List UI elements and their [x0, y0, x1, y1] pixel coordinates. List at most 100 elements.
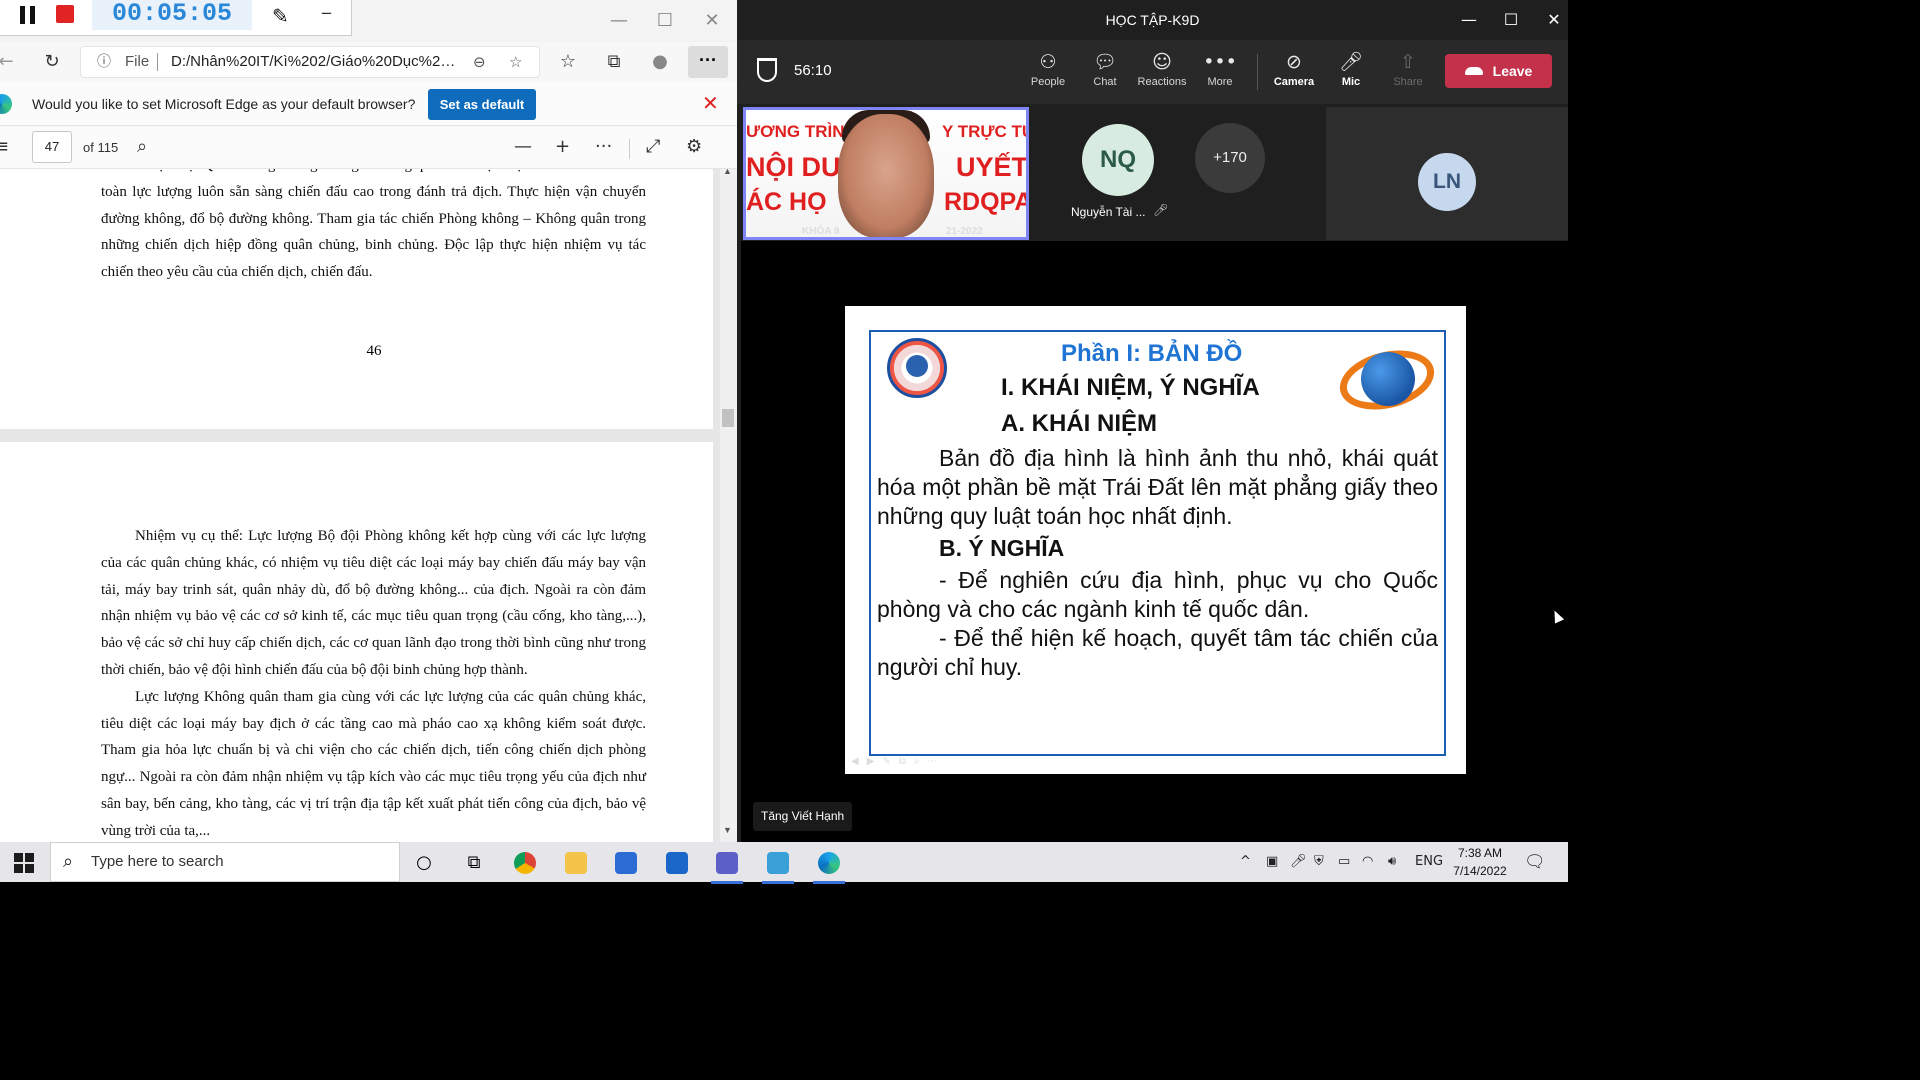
banner-text-4a: KHÓA 9 — [802, 226, 840, 237]
more-icon: ••• — [1203, 51, 1237, 73]
taskbar-search[interactable]: ⌕ Type here to search — [50, 842, 400, 882]
mail-icon[interactable] — [655, 847, 699, 879]
edge-browser-window: — ☐ ✕ 00:05:05 ✎ _ ← ↻ ⓘ File D:/Nhân%20… — [0, 0, 737, 842]
address-field[interactable]: ⓘ File D:/Nhân%20IT/Kì%202/Giáo%20Dục%20… — [80, 46, 540, 78]
volume-icon[interactable]: 🔊︎ — [1388, 842, 1396, 882]
close-icon[interactable]: ✕ — [1531, 5, 1577, 35]
speaker-face — [838, 114, 934, 237]
device-icon[interactable]: ▣ — [1266, 842, 1278, 882]
pdf-page-46: Nhiệm vụ: Quân chủng Phòng không - Không… — [0, 169, 713, 429]
pdf-scrollbar[interactable]: ▲ ▼ — [720, 169, 737, 842]
speaker-video-tile[interactable]: ƯƠNG TRÌN Y TRỰC TU NỘI DU UYẾT ÁC HỌ RD… — [743, 107, 1029, 240]
zoom-icon[interactable]: ⊖ — [473, 47, 486, 77]
reactions-button[interactable]: ☺ Reactions — [1132, 48, 1192, 100]
minimize-icon[interactable]: — — [1446, 5, 1492, 35]
share-button[interactable]: ⇧ Share — [1378, 48, 1438, 100]
leave-button[interactable]: Leave — [1445, 54, 1552, 88]
avatar: LN — [1418, 153, 1476, 211]
edge-icon[interactable] — [807, 847, 851, 884]
store-icon[interactable] — [604, 847, 648, 879]
page-number-input[interactable]: 47 — [32, 131, 72, 163]
scroll-down-icon[interactable]: ▼ — [723, 825, 732, 835]
scroll-thumb[interactable] — [722, 409, 734, 427]
recorder-minimize-icon[interactable]: _ — [322, 0, 331, 15]
people-label: People — [1030, 76, 1066, 88]
info-icon[interactable]: ⓘ — [97, 47, 111, 77]
collections-icon[interactable]: ⧉ — [602, 50, 626, 74]
default-browser-message: Would you like to set Microsoft Edge as … — [32, 96, 416, 112]
scroll-up-icon[interactable]: ▲ — [723, 169, 732, 176]
edge-logo-icon — [0, 94, 12, 114]
refresh-icon[interactable]: ↻ — [40, 50, 64, 74]
close-infobar-icon[interactable]: ✕ — [702, 92, 719, 114]
participant-tile-ln[interactable]: LN — [1326, 107, 1568, 240]
toolbar-divider — [629, 139, 630, 159]
zoom-in-icon[interactable]: + — [555, 136, 570, 157]
mic-label: Mic — [1341, 76, 1361, 88]
muted-mic-icon: 🎤︎ — [1153, 203, 1169, 217]
security-icon[interactable]: ⛨ — [1314, 842, 1324, 882]
back-icon[interactable]: ← — [0, 50, 18, 74]
set-as-default-button[interactable]: Set as default — [428, 89, 536, 120]
teams-icon[interactable] — [705, 847, 749, 884]
chrome-icon[interactable] — [503, 847, 547, 879]
chat-button[interactable]: 💬︎ Chat — [1075, 48, 1135, 100]
recording-timer: 00:05:05 — [92, 0, 252, 30]
page-total: of 115 — [83, 140, 119, 155]
people-icon: ⚇ — [1039, 51, 1057, 73]
meeting-app-icon[interactable] — [756, 847, 800, 884]
maximize-icon[interactable]: ☐ — [1488, 5, 1534, 35]
maximize-icon[interactable]: ☐ — [642, 6, 688, 36]
settings-more-button[interactable]: ··· — [688, 46, 728, 78]
cortana-icon[interactable]: ○ — [402, 847, 446, 879]
shared-content-stage: Phần I: BẢN ĐỒ I. KHÁI NIỆM, Ý NGHĨA A. … — [741, 241, 1568, 842]
slide-heading-1: I. KHÁI NIỆM, Ý NGHĨA — [1001, 374, 1260, 401]
reactions-label: Reactions — [1137, 76, 1187, 88]
minimize-icon[interactable]: — — [596, 6, 642, 36]
controls-divider — [1257, 54, 1258, 90]
camera-label: Camera — [1273, 76, 1315, 88]
address-url[interactable]: D:/Nhân%20IT/Kì%202/Giáo%20Dục%20Qu... — [171, 47, 461, 77]
pdf-settings-icon[interactable]: ⚙ — [686, 136, 702, 157]
slide-concept-text: Bản đồ địa hình là hình ảnh thu nhỏ, khá… — [877, 445, 1438, 529]
slide-navigation-controls[interactable]: ◀▶✎⧉⌕⋯ — [851, 756, 946, 767]
taskbar-clock[interactable]: 7:38 AM 7/14/2022 — [1440, 844, 1520, 880]
participant-gallery: ƯƠNG TRÌN Y TRỰC TU NỘI DU UYẾT ÁC HỌ RD… — [737, 104, 1568, 241]
more-participants-button[interactable]: +170 — [1195, 123, 1265, 193]
notifications-icon[interactable]: 🗨︎ — [1524, 852, 1546, 872]
pen-icon[interactable]: ✎ — [272, 4, 289, 28]
fit-page-icon[interactable]: ⤢ — [646, 136, 660, 157]
microphone-icon[interactable]: 🎤︎ — [1290, 842, 1307, 882]
slide-meaning-2: - Để thể hiện kế hoạch, quyết tâm tác ch… — [877, 625, 1438, 680]
clock-date: 7/14/2022 — [1453, 864, 1507, 878]
pdf-viewer[interactable]: Nhiệm vụ: Quân chủng Phòng không - Không… — [0, 169, 737, 842]
zoom-out-icon[interactable]: — — [514, 136, 532, 157]
file-explorer-icon[interactable] — [554, 847, 598, 879]
camera-button[interactable]: ⊘ Camera — [1264, 48, 1324, 100]
find-icon[interactable]: ⌕ — [137, 136, 147, 157]
contents-icon[interactable]: ≡ — [0, 136, 9, 157]
battery-icon[interactable]: ▭ — [1338, 842, 1350, 882]
wifi-icon[interactable]: ◠ — [1362, 842, 1373, 882]
chat-label: Chat — [1093, 76, 1117, 88]
stop-record-icon[interactable] — [56, 5, 74, 23]
more-tools-icon[interactable]: ··· — [595, 136, 612, 157]
favorites-icon[interactable]: ☆ — [556, 50, 580, 74]
avatar[interactable]: NQ — [1082, 124, 1154, 196]
show-hidden-icons-icon[interactable]: ^ — [1240, 842, 1251, 882]
hang-up-icon — [1464, 66, 1483, 75]
add-favorite-icon[interactable]: ☆ — [509, 47, 522, 77]
profile-icon[interactable]: ● — [648, 50, 672, 74]
shield-icon[interactable] — [757, 58, 777, 82]
mic-button[interactable]: 🎤︎ Mic — [1321, 48, 1381, 100]
presentation-slide: Phần I: BẢN ĐỒ I. KHÁI NIỆM, Ý NGHĨA A. … — [845, 306, 1466, 774]
people-button[interactable]: ⚇ People — [1018, 48, 1078, 100]
close-icon[interactable]: ✕ — [689, 6, 735, 36]
task-view-icon[interactable]: ⧉ — [452, 847, 496, 879]
address-prefix: File — [125, 53, 150, 70]
windows-start-icon[interactable] — [14, 853, 34, 873]
more-button[interactable]: ••• More — [1190, 48, 1250, 100]
banner-text-2a: NỘI DU — [746, 152, 841, 182]
language-indicator[interactable]: ENG — [1415, 842, 1443, 882]
pause-icon[interactable] — [20, 6, 38, 26]
